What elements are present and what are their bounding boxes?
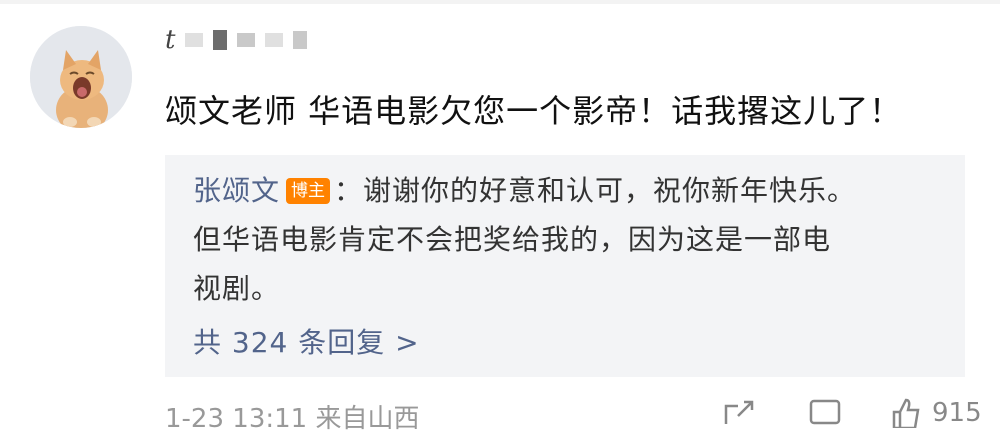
comment-icon[interactable] <box>808 398 842 435</box>
username-mosaic <box>185 33 204 47</box>
top-divider <box>0 0 1000 4</box>
reply-text-line-2: 但华语电影肯定不会把奖给我的，因为这是一部电 <box>193 223 832 256</box>
cat-avatar-image <box>30 26 132 128</box>
reply-box[interactable]: 张颂文 博主 ：谢谢你的好意和认可，祝你新年快乐。 但华语电影肯定不会把奖给我的，因… <box>165 155 965 377</box>
reply-line-1: 张颂文 博主 ：谢谢你的好意和认可，祝你新年快乐。 <box>193 169 856 209</box>
username-mosaic <box>237 33 256 47</box>
comment-actions: 915 <box>720 398 1000 430</box>
username[interactable]: t <box>165 24 308 56</box>
more-replies-link[interactable]: 共 324 条回复 > <box>193 321 420 361</box>
username-mosaic <box>265 33 284 47</box>
comment-meta: 1-23 13:11 来自山西 <box>165 404 420 434</box>
reply-text-line-1: 谢谢你的好意和认可，祝你新年快乐。 <box>363 174 857 207</box>
comment-text: 颂文老师 华语电影欠您一个影帝！话我撂这儿了！ <box>165 92 903 130</box>
reply-separator: ： <box>334 174 364 207</box>
reply-author[interactable]: 张颂文 <box>193 174 280 207</box>
reply-text-line-3: 视剧。 <box>193 272 281 305</box>
username-mosaic <box>213 30 228 50</box>
share-icon[interactable] <box>722 398 756 435</box>
like-icon[interactable] <box>888 398 922 435</box>
like-count: 915 <box>932 398 982 428</box>
avatar[interactable] <box>30 26 132 128</box>
username-text: t <box>165 25 176 55</box>
blogger-badge: 博主 <box>286 178 331 204</box>
username-mosaic <box>293 31 308 49</box>
